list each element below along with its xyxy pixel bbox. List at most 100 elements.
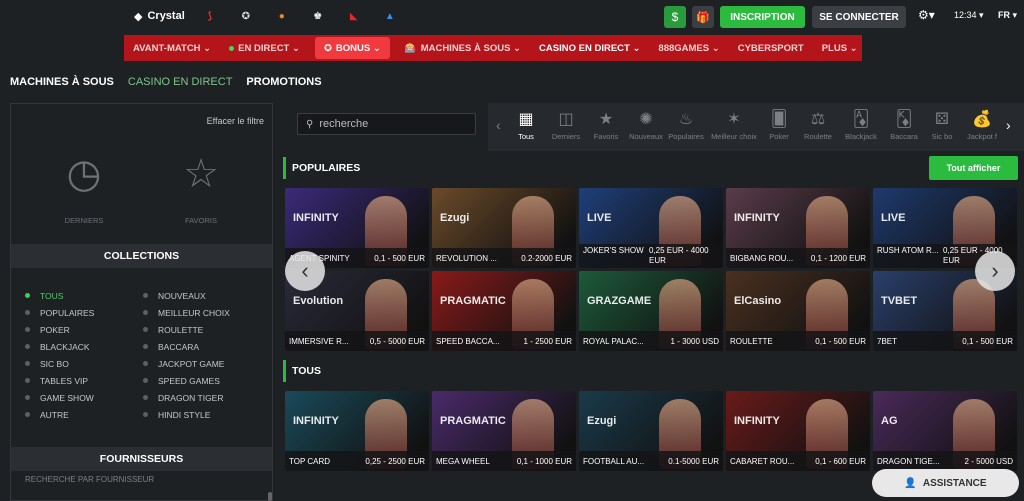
category-sicbo[interactable]: ⚄ Sic bo (922, 109, 962, 141)
collection-item[interactable]: SPEED GAMES (143, 372, 220, 389)
nav-live[interactable]: EN DIRECT ⌄ (220, 35, 309, 61)
crystal-partner[interactable]: ◆ Crystal (134, 10, 185, 23)
subnav-live-casino[interactable]: CASINO EN DIRECT (128, 76, 233, 88)
game-tile[interactable]: INFINITY TOP CARD 0,25 - 2500 EUR (285, 391, 429, 471)
favorites-filter[interactable]: ☆ FAVORIS (161, 146, 241, 225)
laliga-icon[interactable]: ◣ (343, 7, 365, 25)
nav-cybersport[interactable]: CYBERSPORT (729, 35, 813, 61)
category-jackpot[interactable]: 💰 Jackpot f (962, 109, 1002, 141)
star-icon: ✪ (323, 42, 332, 54)
collection-item[interactable]: MEILLEUR CHOIX (143, 304, 230, 321)
search-input[interactable]: ⚲ recherche (297, 113, 476, 135)
nav-bonus[interactable]: ✪ BONUS ⌄ (314, 37, 390, 59)
serie-a-icon[interactable]: ▲ (379, 7, 401, 25)
category-all[interactable]: ▦ Tous (506, 109, 546, 141)
game-limits: 0,1 - 1200 EUR (810, 253, 866, 263)
search-icon: ⚲ (306, 118, 314, 130)
game-name: IMMERSIVE R... (289, 336, 349, 346)
category-favorites[interactable]: ★ Favoris (586, 109, 626, 141)
login-button[interactable]: SE CONNECTER (812, 6, 906, 28)
game-limits: 1 - 3000 USD (670, 336, 719, 346)
collection-item[interactable]: DRAGON TIGER (143, 389, 224, 406)
language-selector[interactable]: FR ▾ (998, 10, 1017, 21)
nav-888games[interactable]: 888GAMES ⌄ (649, 35, 728, 61)
provider-logo: INFINITY (293, 415, 339, 427)
category-best[interactable]: ✶ Meilleur choix (710, 109, 758, 141)
collection-item[interactable]: POPULAIRES (25, 304, 94, 321)
nav-prematch[interactable]: AVANT-MATCH ⌄ (124, 35, 220, 61)
category-recent[interactable]: ◫ Derniers (546, 109, 586, 141)
collection-item[interactable]: HINDI STYLE (143, 406, 210, 423)
team-logo-icon[interactable]: ⟆ (199, 7, 221, 25)
collection-item[interactable]: TABLES VIP (25, 372, 88, 389)
game-tile[interactable]: GRAZGAME ROYAL PALAC... 1 - 3000 USD (579, 271, 723, 351)
assistance-button[interactable]: 👤 ASSISTANCE (872, 469, 1019, 497)
sidebar-scrollbar[interactable] (268, 492, 272, 501)
game-limits: 0,5 - 5000 EUR (369, 336, 425, 346)
game-info: MEGA WHEEL 0,1 - 1000 EUR (432, 451, 576, 471)
game-name: DRAGON TIGE... (877, 456, 940, 466)
premier-league-icon[interactable]: ♚ (307, 7, 329, 25)
category-popular[interactable]: ♨ Populaires (666, 109, 706, 141)
collection-item[interactable]: BACCARA (143, 338, 199, 355)
category-new[interactable]: ✺ Nouveaux (626, 109, 666, 141)
provider-logo: TVBET (881, 295, 918, 307)
collection-item[interactable]: TOUS (25, 287, 63, 304)
category-roulette[interactable]: ⚖ Roulette (798, 109, 838, 141)
register-button[interactable]: INSCRIPTION (720, 6, 805, 28)
collection-item[interactable]: JACKPOT GAME (143, 355, 224, 372)
recent-filter[interactable]: ◷ DERNIERS (44, 146, 124, 225)
chevron-right-icon[interactable]: › (1006, 117, 1011, 133)
game-tile[interactable]: AG DRAGON TIGE... 2 - 5000 USD (873, 391, 1017, 471)
collection-item[interactable]: POKER (25, 321, 70, 338)
game-limits: 1 - 2500 EUR (523, 336, 572, 346)
collection-item[interactable]: BLACKJACK (25, 338, 90, 355)
europa-league-icon[interactable]: ● (271, 7, 293, 25)
show-all-button[interactable]: Tout afficher (929, 156, 1018, 180)
clear-filter-link[interactable]: Effacer le filtre (207, 116, 264, 126)
carousel-next-button[interactable]: › (975, 251, 1015, 291)
game-tile[interactable]: LIVE JOKER'S SHOW 0,25 EUR - 4000 EUR (579, 188, 723, 268)
game-tile[interactable]: Ezugi REVOLUTION ... 0.2-2000 EUR (432, 188, 576, 268)
gear-icon[interactable]: ⚙▾ (918, 8, 935, 22)
game-limits: 0,25 - 2500 EUR (365, 456, 425, 466)
provider-search-input[interactable]: RECHERCHE PAR FOURNISSEUR (25, 475, 154, 484)
game-tile[interactable]: PRAGMATIC MEGA WHEEL 0,1 - 1000 EUR (432, 391, 576, 471)
chevron-right-icon: › (991, 258, 999, 283)
nav-more[interactable]: PLUS ⌄ (813, 35, 867, 61)
top-bar: ◆ Crystal ⟆ ✪ ● ♚ ◣ ▲ $ 🎁 INSCRIPTION SE … (0, 0, 1024, 32)
recent-icon: ◫ (558, 111, 574, 128)
subnav-slots[interactable]: MACHINES À SOUS (10, 76, 114, 88)
game-tile[interactable]: INFINITY CABARET ROU... 0,1 - 600 EUR (726, 391, 870, 471)
blackjack-icon: 🃁 (852, 111, 870, 128)
gift-button[interactable]: 🎁 (692, 6, 714, 28)
category-blackjack[interactable]: 🃁 Blackjack (841, 109, 881, 141)
collection-item[interactable]: GAME SHOW (25, 389, 94, 406)
deposit-button[interactable]: $ (664, 6, 686, 28)
chevron-left-icon[interactable]: ‹ (496, 117, 501, 133)
champions-league-icon[interactable]: ✪ (235, 7, 257, 25)
game-tile[interactable]: INFINITY BIGBANG ROU... 0,1 - 1200 EUR (726, 188, 870, 268)
collection-item[interactable]: SIC BO (25, 355, 69, 372)
game-limits: 0,1 - 500 EUR (815, 336, 866, 346)
category-poker[interactable]: 🂠 Poker (759, 109, 799, 141)
game-name: JOKER'S SHOW (583, 246, 644, 255)
game-info: CABARET ROU... 0,1 - 600 EUR (726, 451, 870, 471)
dice-icon: ⚄ (935, 111, 949, 128)
provider-logo: INFINITY (734, 212, 780, 224)
collection-item[interactable]: ROULETTE (143, 321, 203, 338)
collection-item[interactable]: AUTRE (25, 406, 69, 423)
carousel-prev-button[interactable]: ‹ (285, 251, 325, 291)
clock-display[interactable]: 12:34 ▾ (954, 10, 984, 21)
nav-live-casino[interactable]: CASINO EN DIRECT ⌄ (530, 35, 649, 61)
category-strip: ‹ ▦ Tous ◫ Derniers ★ Favoris ✺ Nouveaux ♨ Po… (488, 103, 1024, 151)
game-tile[interactable]: Ezugi FOOTBALL AU... 0.1-5000 EUR (579, 391, 723, 471)
game-tile[interactable]: ElCasino ROULETTE 0,1 - 500 EUR (726, 271, 870, 351)
subnav-promotions[interactable]: PROMOTIONS (246, 76, 321, 88)
category-baccarat[interactable]: 🃎 Baccara (884, 109, 924, 141)
star-icon: ★ (598, 111, 614, 128)
game-tile[interactable]: PRAGMATIC SPEED BACCA... 1 - 2500 EUR (432, 271, 576, 351)
game-info: 7BET 0,1 - 500 EUR (873, 331, 1017, 351)
collection-item[interactable]: NOUVEAUX (143, 287, 206, 304)
nav-slots[interactable]: 🎰 MACHINES À SOUS ⌄ (396, 35, 530, 61)
